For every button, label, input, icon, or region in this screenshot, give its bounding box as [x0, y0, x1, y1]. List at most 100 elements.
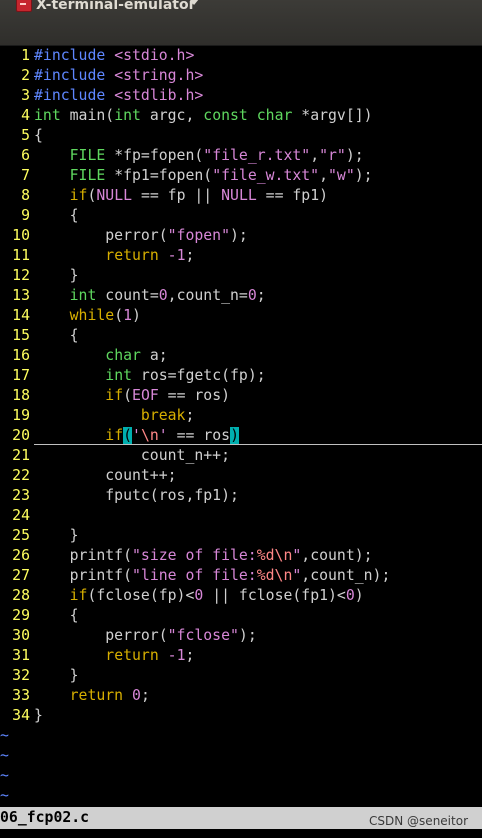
code-line[interactable]: 11 return -1;: [0, 246, 482, 266]
code-token: <stdio.h>: [114, 47, 195, 64]
code-token: perror(: [34, 627, 168, 644]
code-token: ;: [185, 647, 195, 664]
code-token: (: [123, 387, 133, 404]
code-line[interactable]: 16 char a;: [0, 346, 482, 366]
empty-buffer-area: ~ ~ ~ ~: [0, 726, 482, 806]
code-token: ": [292, 547, 302, 564]
code-line[interactable]: 1 #include <stdio.h>: [0, 46, 482, 66]
code-token: 0: [194, 587, 204, 604]
chevron-down-icon[interactable]: [189, 0, 199, 5]
code-line[interactable]: 25 }: [0, 526, 482, 546]
code-token: break: [140, 407, 186, 424]
code-line[interactable]: 26 printf("size of file:%d\n",count);: [0, 546, 482, 566]
code-line[interactable]: 7 FILE *fp1=fopen("file_w.txt","w");: [0, 166, 482, 186]
code-token: (fclose(fp)<: [87, 587, 195, 604]
line-number: 14: [12, 307, 30, 324]
code-line[interactable]: 33 return 0;: [0, 686, 482, 706]
code-token: "line of file:: [132, 567, 257, 584]
code-token: char: [256, 107, 293, 124]
line-number: 20: [12, 427, 30, 444]
code-line[interactable]: 30 perror("fclose");: [0, 626, 482, 646]
line-number: 30: [12, 627, 30, 644]
code-token: {: [34, 327, 79, 344]
status-filename: 06_fcp02.c: [0, 809, 90, 826]
line-number: 26: [12, 547, 30, 564]
line-number: 8: [21, 187, 30, 204]
code-line[interactable]: 15 {: [0, 326, 482, 346]
code-line[interactable]: 8 if(NULL == fp || NULL == fp1): [0, 186, 482, 206]
line-number: 6: [21, 147, 30, 164]
code-line[interactable]: 6 FILE *fp=fopen("file_r.txt","r");: [0, 146, 482, 166]
code-token: ': [158, 427, 168, 444]
code-token: return: [105, 247, 159, 264]
code-token: if: [105, 427, 124, 444]
line-number: 11: [12, 247, 30, 264]
code-token: %d\n: [256, 567, 293, 584]
code-token: }: [34, 527, 79, 544]
code-token: == ros: [167, 427, 231, 444]
code-editor[interactable]: 1 #include <stdio.h> 2 #include <string.h> 3…: [0, 46, 482, 726]
code-token: const: [203, 107, 248, 124]
code-token: NULL: [221, 187, 257, 204]
code-token: ,: [310, 147, 320, 164]
code-line[interactable]: 22 count++;: [0, 466, 482, 486]
line-number: 5: [21, 127, 30, 144]
code-line[interactable]: 19 break;: [0, 406, 482, 426]
line-number: 31: [12, 647, 30, 664]
code-token: while: [69, 307, 115, 324]
line-number: 15: [12, 327, 30, 344]
line-number: 29: [12, 607, 30, 624]
code-line[interactable]: 29 {: [0, 606, 482, 626]
code-line[interactable]: 4 int main(int argc, const char *argv[]): [0, 106, 482, 126]
code-line[interactable]: 34}: [0, 706, 482, 726]
code-line[interactable]: 5{: [0, 126, 482, 146]
code-line[interactable]: 18 if(EOF == ros): [0, 386, 482, 406]
code-token: 0: [132, 687, 141, 704]
code-line[interactable]: 3 #include <stdlib.h>: [0, 86, 482, 106]
code-token: return: [105, 647, 159, 664]
code-line[interactable]: 24: [0, 506, 482, 526]
line-number: 27: [12, 567, 30, 584]
code-token: FILE: [69, 167, 106, 184]
code-line[interactable]: 27 printf("line of file:%d\n",count_n);: [0, 566, 482, 586]
code-token: #include: [34, 67, 115, 84]
empty-line-marker: ~: [0, 787, 9, 804]
code-token: perror(: [34, 227, 168, 244]
code-token: );: [354, 167, 373, 184]
code-line[interactable]: 31 return -1;: [0, 646, 482, 666]
code-line[interactable]: 17 int ros=fgetc(fp);: [0, 366, 482, 386]
code-line[interactable]: 32 }: [0, 666, 482, 686]
code-line[interactable]: 2 #include <string.h>: [0, 66, 482, 86]
empty-line-marker: ~: [0, 727, 9, 744]
code-token: {: [34, 607, 79, 624]
code-token: <stdlib.h>: [114, 87, 204, 104]
window-title[interactable]: X-terminal-emulator: [36, 0, 195, 14]
code-line[interactable]: 12 }: [0, 266, 482, 286]
code-line[interactable]: 13 int count=0,count_n=0;: [0, 286, 482, 306]
code-line[interactable]: 9 {: [0, 206, 482, 226]
code-line[interactable]: 14 while(1): [0, 306, 482, 326]
code-token: ): [230, 427, 239, 444]
code-token: }: [34, 667, 79, 684]
terminal-bottom-edge: [0, 829, 482, 838]
code-token: "w": [328, 167, 355, 184]
code-token: }: [34, 707, 43, 724]
code-token: int: [69, 287, 97, 304]
code-token: 0: [158, 287, 168, 304]
code-token: int: [34, 107, 61, 124]
code-token: ;: [140, 687, 150, 704]
code-line[interactable]: 21 count_n++;: [0, 446, 482, 466]
code-line[interactable]: 10 perror("fopen");: [0, 226, 482, 246]
code-line[interactable]: 23 fputc(ros,fp1);: [0, 486, 482, 506]
code-token: "size of file:: [132, 547, 257, 564]
code-line[interactable]: 28 if(fclose(fp)<0 || fclose(fp1)<0): [0, 586, 482, 606]
line-number: 18: [12, 387, 30, 404]
code-line[interactable]: 20 if('\n' == ros): [0, 426, 482, 446]
line-number: 7: [21, 167, 30, 184]
